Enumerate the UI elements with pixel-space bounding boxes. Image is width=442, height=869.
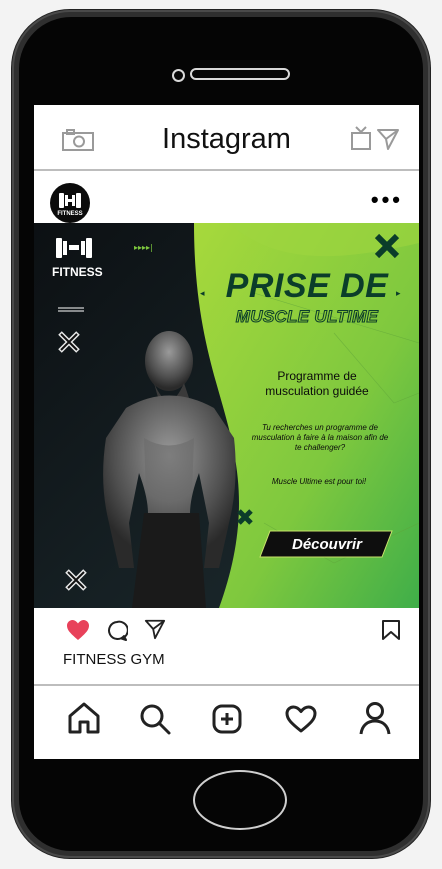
- earpiece-speaker: [190, 68, 290, 80]
- svg-text:◂: ◂: [200, 289, 205, 299]
- dumbbell-logo-icon: [59, 193, 81, 208]
- header-divider: [34, 169, 419, 171]
- tagline-text: Muscle Ultime est pour toi!: [271, 477, 367, 486]
- profile-icon[interactable]: [358, 700, 392, 736]
- home-button[interactable]: [193, 770, 287, 830]
- front-camera: [172, 69, 185, 82]
- question-text: Tu recherches un programme de musculatio…: [251, 423, 389, 452]
- avatar-label: FITNESS: [57, 211, 83, 217]
- post-actions: [34, 608, 419, 688]
- direct-message-icon[interactable]: [376, 127, 400, 151]
- nav-divider: [34, 684, 419, 686]
- headline: PRISE DE: [225, 267, 389, 305]
- svg-text:▸▸▸▸|: ▸▸▸▸|: [134, 243, 153, 252]
- post-header: [34, 174, 419, 224]
- brand-name: FITNESS: [52, 265, 103, 279]
- post-caption: FITNESS GYM: [63, 651, 165, 668]
- more-options-button[interactable]: •••: [371, 187, 403, 213]
- igtv-icon[interactable]: [350, 125, 372, 151]
- post-image[interactable]: ▸▸▸▸| ◂ ▸ FITNESS PRISE DE MUSCLE ULTIME…: [34, 223, 419, 608]
- bookmark-icon[interactable]: [381, 619, 401, 641]
- subheadline: MUSCLE ULTIME: [235, 307, 379, 327]
- like-icon[interactable]: [66, 619, 90, 641]
- avatar[interactable]: FITNESS: [50, 183, 90, 223]
- discover-button[interactable]: Découvrir: [270, 536, 384, 553]
- program-text: Programme de musculation guidée: [265, 369, 369, 398]
- phone-screen: Instagram FITNESS ••• ▸▸▸▸| ◂ ▸ FITNESS …: [34, 105, 419, 759]
- new-post-icon[interactable]: [211, 703, 243, 735]
- activity-heart-icon[interactable]: [284, 704, 318, 734]
- search-icon[interactable]: [138, 702, 172, 736]
- app-header: Instagram: [34, 105, 419, 171]
- home-icon[interactable]: [67, 701, 101, 735]
- share-icon[interactable]: [144, 618, 166, 640]
- comment-icon[interactable]: [106, 620, 128, 642]
